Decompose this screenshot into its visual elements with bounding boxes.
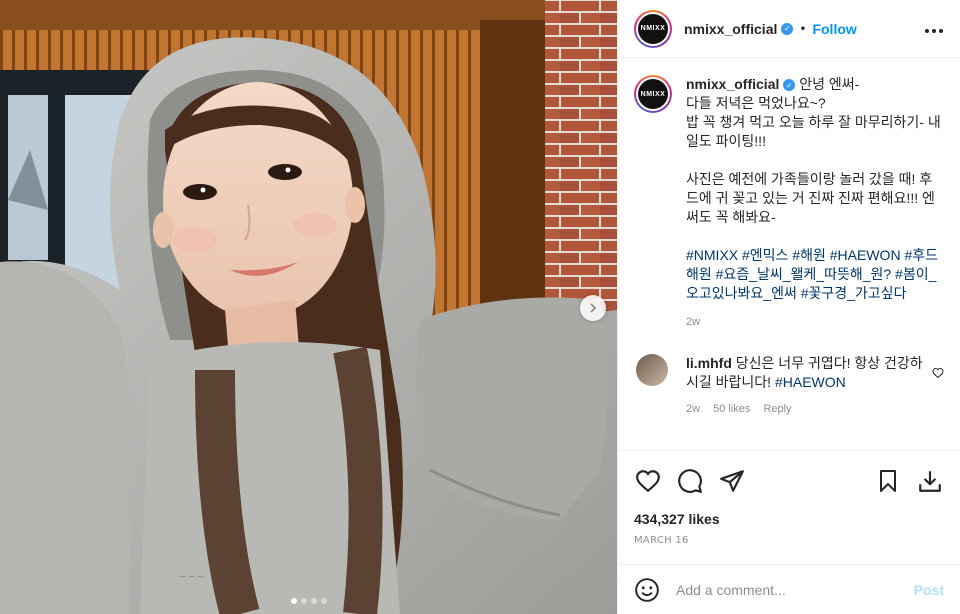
post-actions: 434,327 likes MARCH 16 [618, 450, 960, 564]
comment-icon[interactable] [676, 467, 704, 495]
save-icon[interactable] [874, 467, 902, 495]
carousel-dots [0, 598, 617, 604]
avatar[interactable]: NMIXX [634, 9, 672, 48]
download-icon[interactable] [916, 467, 944, 495]
carousel-dot [320, 598, 327, 604]
caption-avatar[interactable]: NMIXX [634, 75, 672, 113]
verified-badge-icon: ✓ [783, 79, 796, 92]
commenter-avatar[interactable] [636, 354, 668, 386]
likes-count[interactable]: 434,327 likes [634, 511, 944, 527]
post-comment-button[interactable]: Post [914, 582, 944, 598]
carousel-dot [310, 598, 317, 604]
post-username[interactable]: nmixx_official [684, 21, 777, 37]
caption-hashtags[interactable]: #NMIXX #엔믹스 #해원 #HAEWON [686, 247, 901, 263]
action-icons [634, 463, 944, 499]
comment-time[interactable]: 2w [686, 403, 700, 415]
svg-text:~~~: ~~~ [178, 570, 206, 583]
carousel-dot [290, 598, 297, 604]
follow-button[interactable]: Follow [812, 21, 856, 37]
caption-avatar-ring: NMIXX [636, 77, 670, 111]
post-header: NMIXX nmixx_official ✓ • Follow [618, 0, 960, 58]
more-options-icon[interactable] [924, 18, 944, 39]
post-panel: NMIXX nmixx_official ✓ • Follow NMIXX nm… [617, 0, 960, 614]
comment-username[interactable]: li.mhfd [686, 355, 732, 371]
comment-reply-button[interactable]: Reply [763, 403, 791, 415]
comment-body: li.mhfd 당신은 너무 귀엽다! 항상 건강하시길 바랍니다! #HAEW… [686, 354, 926, 419]
add-comment-bar: Post [618, 564, 960, 614]
comment-input[interactable] [676, 581, 914, 598]
comment-hashtag[interactable]: #HAEWON [775, 374, 846, 390]
selfie-image: ~~~ [0, 0, 617, 614]
comment-item: li.mhfd 당신은 너무 귀엽다! 항상 건강하시길 바랍니다! #HAEW… [634, 354, 944, 419]
next-photo-button[interactable] [580, 295, 606, 321]
caption-text: 안녕 엔써- 다들 저녁은 먹었나요~? 밥 꼭 챙겨 먹고 오늘 하루 잘 마… [686, 76, 941, 225]
caption-username[interactable]: nmixx_official [686, 76, 779, 92]
avatar-ring: NMIXX [636, 11, 670, 46]
post-date[interactable]: MARCH 16 [634, 535, 944, 546]
like-icon[interactable] [634, 467, 662, 495]
action-icons-right [860, 467, 944, 495]
post-caption: NMIXX nmixx_official ✓ 안녕 엔써- 다들 저녁은 먹었나요… [634, 75, 944, 332]
carousel-dot [300, 598, 307, 604]
emoji-icon[interactable] [634, 577, 660, 603]
avatar-logo: NMIXX [638, 13, 668, 44]
verified-badge-icon: ✓ [781, 22, 794, 35]
caption-avatar-logo: NMIXX [638, 79, 668, 109]
comment-meta: 2w 50 likes Reply [686, 400, 926, 419]
comment-likes[interactable]: 50 likes [713, 403, 750, 415]
share-icon[interactable] [718, 467, 746, 495]
post-photo[interactable]: ~~~ [0, 0, 617, 614]
chevron-right-icon [590, 303, 597, 313]
comments-section[interactable]: NMIXX nmixx_official ✓ 안녕 엔써- 다들 저녁은 먹었나요… [618, 59, 960, 449]
caption-body: nmixx_official ✓ 안녕 엔써- 다들 저녁은 먹었나요~? 밥 꼭… [686, 75, 944, 332]
comment-like-icon[interactable] [932, 364, 944, 383]
dot-separator: • [799, 21, 807, 36]
caption-timestamp[interactable]: 2w [686, 313, 944, 332]
